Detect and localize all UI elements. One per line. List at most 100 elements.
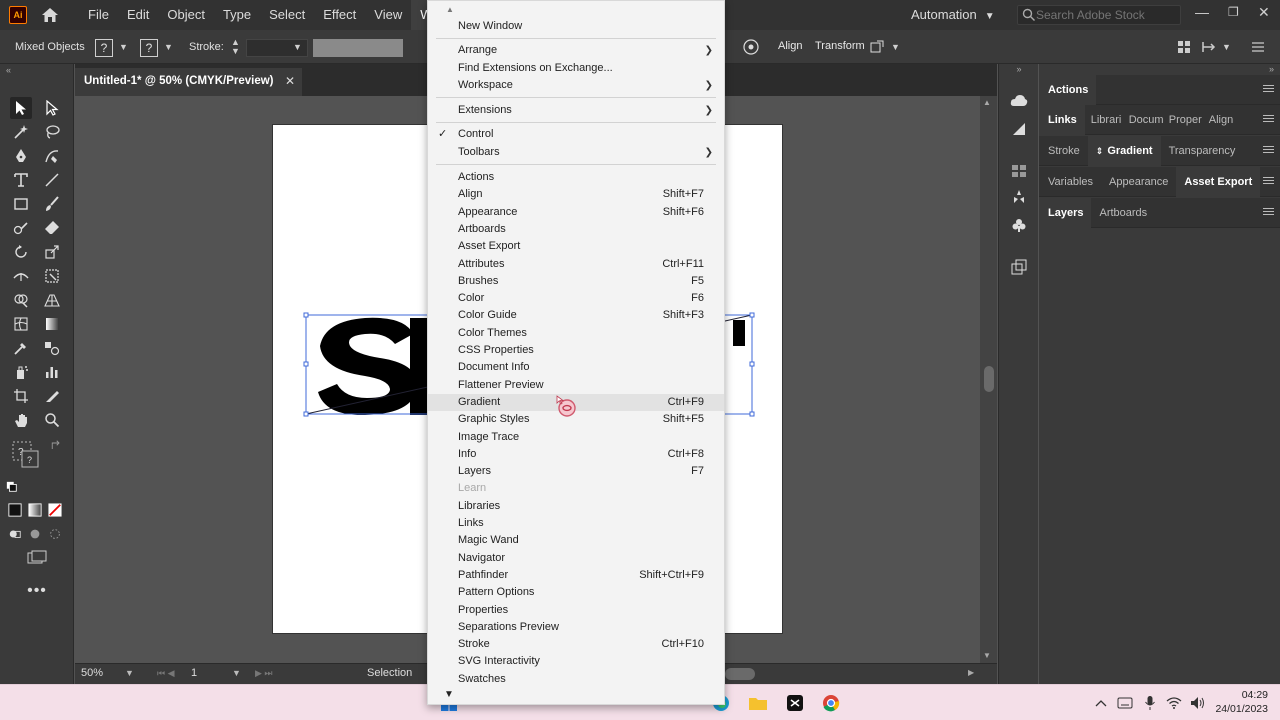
line-tool-icon[interactable] bbox=[41, 169, 63, 191]
more-tools-icon[interactable]: ••• bbox=[26, 580, 48, 602]
tab-links[interactable]: Links bbox=[1039, 104, 1085, 135]
menu-item-color-guide[interactable]: Color Guide Shift+F3 bbox=[428, 307, 724, 324]
menu-object[interactable]: Object bbox=[158, 0, 214, 30]
workspace-switcher[interactable]: Automation ▼ bbox=[911, 0, 995, 32]
menu-item-image-trace[interactable]: Image Trace bbox=[428, 429, 724, 446]
hand-tool-icon[interactable] bbox=[10, 409, 32, 431]
menu-item-pathfinder[interactable]: Pathfinder Shift+Ctrl+F9 bbox=[428, 567, 724, 584]
scroll-up-icon[interactable]: ▲ bbox=[446, 5, 454, 14]
collapse-panels-icon[interactable]: » bbox=[1269, 64, 1274, 74]
menu-select[interactable]: Select bbox=[260, 0, 314, 30]
chevron-down-icon[interactable]: ▼ bbox=[293, 42, 302, 52]
scroll-down-icon[interactable]: ▼ bbox=[983, 651, 991, 660]
variable-width-field[interactable] bbox=[313, 39, 403, 57]
tab-libraries[interactable]: Librari bbox=[1085, 105, 1125, 135]
document-tab[interactable]: Untitled-1* @ 50% (CMYK/Preview) ✕ bbox=[75, 68, 302, 96]
type-tool-icon[interactable] bbox=[10, 169, 32, 191]
stroke-stepper-icon[interactable]: ▲ ▼ bbox=[231, 38, 240, 56]
tab-actions[interactable]: Actions bbox=[1039, 74, 1097, 105]
shape-builder-tool-icon[interactable] bbox=[10, 289, 32, 311]
file-explorer-icon[interactable] bbox=[747, 692, 769, 714]
menu-type[interactable]: Type bbox=[214, 0, 260, 30]
chevron-down-icon[interactable]: ▼ bbox=[119, 42, 128, 52]
menu-item-libraries[interactable]: Libraries bbox=[428, 498, 724, 515]
menu-item-separations-preview[interactable]: Separations Preview bbox=[428, 619, 724, 636]
menu-item-swatches[interactable]: Swatches bbox=[428, 671, 724, 688]
chevron-down-icon[interactable]: ▼ bbox=[125, 668, 134, 678]
panel-menu-icon[interactable] bbox=[1263, 144, 1274, 155]
share-icon[interactable] bbox=[1201, 39, 1217, 55]
chrome-icon[interactable] bbox=[820, 692, 842, 714]
menu-item-workspace[interactable]: Workspace ❯ bbox=[428, 77, 724, 94]
draw-inside-icon[interactable] bbox=[45, 524, 65, 544]
width-tool-icon[interactable] bbox=[10, 265, 32, 287]
shaper-tool-icon[interactable] bbox=[10, 217, 32, 239]
menu-view[interactable]: View bbox=[365, 0, 411, 30]
tab-appearance[interactable]: Appearance bbox=[1101, 167, 1176, 197]
minimize-icon[interactable]: — bbox=[1195, 0, 1209, 24]
color-mode-icon[interactable] bbox=[5, 500, 25, 520]
panel-menu-icon[interactable] bbox=[1263, 175, 1274, 186]
first-artboard-icon[interactable]: ⏮ ◀ bbox=[157, 668, 175, 679]
scale-tool-icon[interactable] bbox=[41, 241, 63, 263]
menu-item-appearance[interactable]: Appearance Shift+F6 bbox=[428, 204, 724, 221]
eraser-tool-icon[interactable] bbox=[41, 217, 63, 239]
free-transform-tool-icon[interactable] bbox=[41, 265, 63, 287]
chevron-down-icon[interactable]: ▼ bbox=[891, 42, 900, 52]
menu-item-magic-wand[interactable]: Magic Wand bbox=[428, 532, 724, 549]
menu-item-color-themes[interactable]: Color Themes bbox=[428, 325, 724, 342]
restore-icon[interactable]: ❐ bbox=[1228, 0, 1239, 24]
menu-item-toolbars[interactable]: Toolbars ❯ bbox=[428, 144, 724, 161]
tab-layers[interactable]: Layers bbox=[1039, 197, 1092, 228]
scroll-down-icon[interactable]: ▼ bbox=[444, 689, 454, 700]
menu-item-new-window[interactable]: New Window bbox=[428, 18, 724, 35]
tab-align[interactable]: Align bbox=[1205, 105, 1241, 135]
lasso-tool-icon[interactable] bbox=[41, 121, 63, 143]
wifi-icon[interactable] bbox=[1163, 692, 1185, 714]
club-symbol-icon[interactable] bbox=[1009, 215, 1029, 235]
rectangle-tool-icon[interactable] bbox=[10, 193, 32, 215]
menu-item-links[interactable]: Links bbox=[428, 515, 724, 532]
gradient-mode-icon[interactable] bbox=[25, 500, 45, 520]
column-graph-tool-icon[interactable] bbox=[41, 361, 63, 383]
menu-item-asset-export[interactable]: Asset Export bbox=[428, 238, 724, 255]
scroll-thumb[interactable] bbox=[984, 366, 994, 392]
menu-item-css-properties[interactable]: CSS Properties bbox=[428, 342, 724, 359]
panel-menu-icon[interactable] bbox=[1263, 206, 1274, 217]
menu-item-svg-interactivity[interactable]: SVG Interactivity bbox=[428, 653, 724, 670]
panel-menu-icon[interactable] bbox=[1263, 113, 1274, 124]
magic-wand-tool-icon[interactable] bbox=[10, 121, 32, 143]
swap-colors-icon[interactable] bbox=[48, 439, 64, 453]
chevron-down-icon[interactable]: ▼ bbox=[232, 668, 241, 678]
default-colors-icon[interactable] bbox=[5, 480, 19, 494]
scroll-up-icon[interactable]: ▲ bbox=[983, 98, 991, 107]
stroke-swatch[interactable]: ? bbox=[140, 39, 158, 57]
arrange-docs-icon[interactable] bbox=[1176, 39, 1192, 55]
fill-stroke-swatches[interactable]: ?? bbox=[10, 439, 40, 469]
artboards-panel-icon[interactable] bbox=[1009, 257, 1029, 277]
menu-lines-icon[interactable] bbox=[1250, 39, 1266, 55]
panel-menu-icon[interactable] bbox=[1263, 83, 1274, 94]
menu-item-align[interactable]: Align Shift+F7 bbox=[428, 186, 724, 203]
zoom-tool-icon[interactable] bbox=[41, 409, 63, 431]
menu-effect[interactable]: Effect bbox=[314, 0, 365, 30]
blend-tool-icon[interactable] bbox=[41, 337, 63, 359]
tab-transparency[interactable]: Transparency bbox=[1161, 136, 1244, 166]
keyboard-icon[interactable] bbox=[1114, 692, 1136, 714]
perspective-grid-tool-icon[interactable] bbox=[41, 289, 63, 311]
cc-libraries-icon[interactable] bbox=[1009, 91, 1029, 111]
microphone-icon[interactable] bbox=[1139, 692, 1161, 714]
selection-tool-icon[interactable] bbox=[10, 97, 32, 119]
gradient-panel-icon[interactable] bbox=[1009, 119, 1029, 139]
artboard-tool-icon[interactable] bbox=[10, 385, 32, 407]
menu-item-layers[interactable]: Layers F7 bbox=[428, 463, 724, 480]
menu-item-brushes[interactable]: Brushes F5 bbox=[428, 273, 724, 290]
artboard-number[interactable]: 1 bbox=[191, 667, 197, 679]
menu-item-flattener-preview[interactable]: Flattener Preview bbox=[428, 377, 724, 394]
tab-gradient[interactable]: ⇕ Gradient bbox=[1087, 135, 1161, 166]
vertical-scrollbar[interactable]: ▲ ▼ bbox=[980, 96, 997, 663]
horizontal-scroll-thumb[interactable] bbox=[725, 668, 755, 680]
menu-item-actions[interactable]: Actions bbox=[428, 169, 724, 186]
curvature-tool-icon[interactable] bbox=[41, 145, 63, 167]
paintbrush-tool-icon[interactable] bbox=[41, 193, 63, 215]
